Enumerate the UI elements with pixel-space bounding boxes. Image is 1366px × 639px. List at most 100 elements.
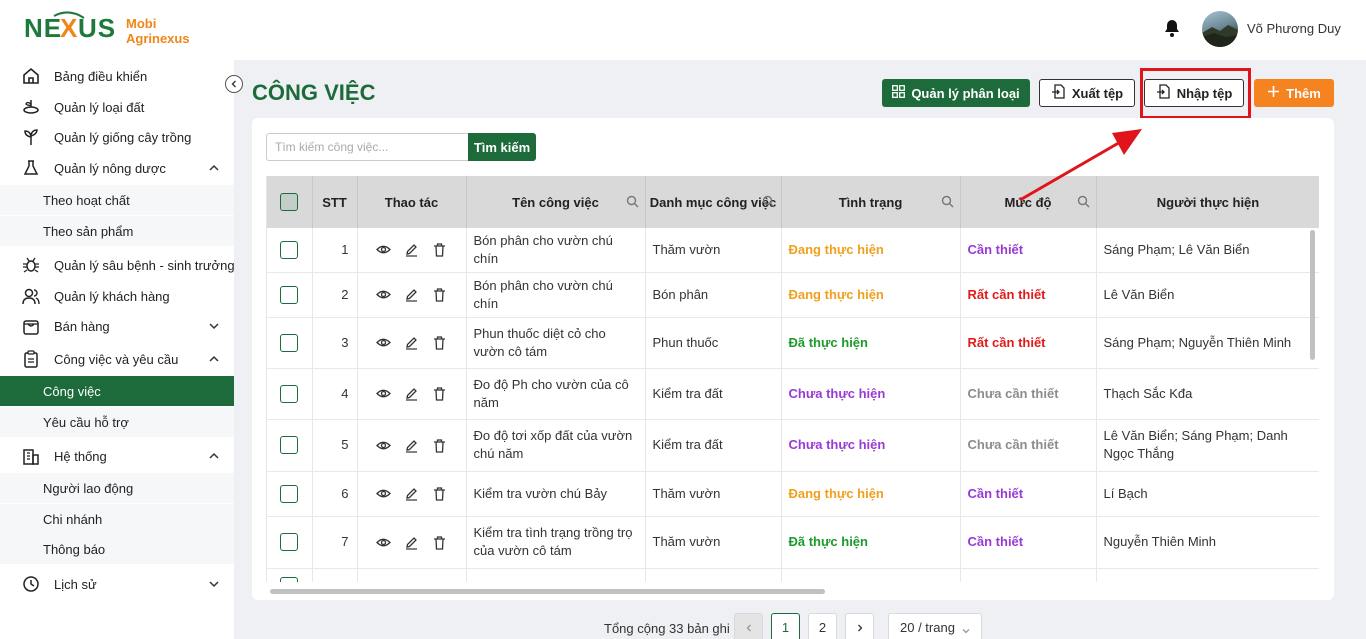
view-eye-icon[interactable]: [376, 335, 391, 350]
row-stt: 6: [312, 471, 358, 517]
table-row[interactable]: 3 Phun thuốc diệt cỏ cho vườn cô tám Phun …: [267, 317, 1319, 369]
next-page-button[interactable]: [845, 613, 874, 639]
row-stt: 5: [312, 419, 358, 472]
edit-pencil-icon[interactable]: [404, 386, 419, 401]
sidebar-item-customers[interactable]: Quản lý khách hàng: [0, 281, 234, 311]
column-search-icon[interactable]: [941, 195, 954, 208]
row-status: Đã thực hiện: [781, 516, 961, 569]
view-eye-icon[interactable]: [376, 242, 391, 257]
sidebar-item-plant-varieties[interactable]: Quản lý giống cây trồng: [0, 122, 234, 152]
sidebar-collapse-button[interactable]: [225, 75, 243, 93]
row-actions: [357, 317, 467, 369]
chevron-down-icon: [208, 320, 220, 332]
edit-pencil-icon[interactable]: [404, 438, 419, 453]
edit-pencil-icon[interactable]: [404, 486, 419, 501]
delete-trash-icon[interactable]: [432, 386, 447, 401]
edit-pencil-icon[interactable]: [404, 335, 419, 350]
select-all-checkbox[interactable]: [267, 176, 313, 228]
bug-icon: [22, 256, 40, 274]
row-actions: [357, 419, 467, 472]
row-checkbox[interactable]: [267, 368, 313, 420]
edit-pencil-icon[interactable]: [404, 535, 419, 550]
sidebar-item-soil[interactable]: Quản lý loại đất: [0, 92, 234, 122]
sidebar-item-pesticides[interactable]: Quản lý nông dược: [0, 153, 234, 183]
search-input[interactable]: [266, 133, 468, 161]
sidebar-item-sales[interactable]: Bán hàng: [0, 311, 234, 341]
row-stt: 4: [312, 368, 358, 420]
row-checkbox[interactable]: [267, 272, 313, 318]
row-level: Cần thiết: [960, 516, 1097, 569]
page-1-button[interactable]: 1: [771, 613, 800, 639]
sidebar-item-by-active-ingredient[interactable]: Theo hoạt chất: [0, 185, 234, 215]
user-name[interactable]: Võ Phương Duy: [1247, 21, 1341, 36]
row-status: Đã thực hiện: [781, 317, 961, 369]
shopping-bag-icon: [22, 317, 40, 335]
delete-trash-icon[interactable]: [432, 438, 447, 453]
logo-mark: NE X US: [24, 10, 115, 51]
view-eye-icon[interactable]: [376, 386, 391, 401]
page-size-select[interactable]: 20 / trang: [888, 613, 982, 639]
history-icon: [22, 575, 40, 593]
row-task-name: Kiểm tra vườn chú Bảy: [466, 471, 646, 517]
table-row[interactable]: 2 Bón phân cho vườn chú chín Bón phân Đang …: [267, 272, 1319, 318]
user-avatar[interactable]: [1202, 11, 1238, 47]
row-checkbox[interactable]: [267, 419, 313, 472]
delete-trash-icon[interactable]: [432, 242, 447, 257]
delete-trash-icon[interactable]: [432, 535, 447, 550]
row-task-name: Kiểm tra tình trạng trồng trọ của vườn c…: [466, 516, 646, 569]
chevron-left-icon: [746, 624, 751, 631]
sidebar-item-workers[interactable]: Người lao động: [0, 473, 234, 503]
row-checkbox[interactable]: [267, 471, 313, 517]
horizontal-scrollbar[interactable]: [270, 589, 825, 594]
table-row[interactable]: [267, 568, 1319, 582]
sidebar-item-by-product[interactable]: Theo sản phẩm: [0, 216, 234, 246]
row-checkbox[interactable]: [267, 516, 313, 569]
sidebar-item-history[interactable]: Lịch sử: [0, 569, 234, 599]
edit-pencil-icon[interactable]: [404, 287, 419, 302]
sidebar-item-dashboard[interactable]: Bảng điều khiển: [0, 61, 234, 91]
notification-bell-icon[interactable]: [1162, 18, 1182, 38]
sidebar-item-system[interactable]: Hệ thống: [0, 441, 234, 471]
table-row[interactable]: 4 Đo độ Ph cho vườn của cô năm Kiểm tra đấ…: [267, 368, 1319, 420]
delete-trash-icon[interactable]: [432, 287, 447, 302]
view-eye-icon[interactable]: [376, 486, 391, 501]
column-search-icon[interactable]: [762, 195, 775, 208]
row-checkbox[interactable]: [267, 568, 313, 582]
sidebar-item-branches[interactable]: Chi nhánh: [0, 504, 234, 534]
column-search-icon[interactable]: [626, 195, 639, 208]
sidebar-item-tasks-requests[interactable]: Công việc và yêu cầu: [0, 344, 234, 374]
sidebar-item-support-requests[interactable]: Yêu cầu hỗ trợ: [0, 407, 234, 437]
table-row[interactable]: 6 Kiểm tra vườn chú Bảy Thăm vườn Đang thực…: [267, 471, 1319, 517]
brand-name: Mobi Agrinexus: [126, 15, 190, 46]
edit-pencil-icon[interactable]: [404, 242, 419, 257]
delete-trash-icon[interactable]: [432, 335, 447, 350]
col-assignee: Người thực hiện: [1096, 176, 1319, 228]
delete-trash-icon[interactable]: [432, 486, 447, 501]
view-eye-icon[interactable]: [376, 287, 391, 302]
table-row[interactable]: 7 Kiểm tra tình trạng trồng trọ của vườn …: [267, 516, 1319, 569]
view-eye-icon[interactable]: [376, 438, 391, 453]
sidebar-item-pests[interactable]: Quản lý sâu bệnh - sinh trưởng: [0, 250, 235, 280]
plus-icon: [1267, 85, 1280, 101]
chevron-right-icon: [857, 624, 862, 631]
column-search-icon[interactable]: [1077, 195, 1090, 208]
row-status: Đang thực hiện: [781, 272, 961, 318]
row-stt: 2: [312, 272, 358, 318]
row-checkbox[interactable]: [267, 228, 313, 273]
sidebar-item-tasks[interactable]: Công việc: [0, 376, 234, 406]
table-row[interactable]: 1 Bón phân cho vườn chú chín Thăm vườn Đang…: [267, 228, 1319, 273]
flask-icon: [22, 159, 40, 177]
page-2-button[interactable]: 2: [808, 613, 837, 639]
row-checkbox[interactable]: [267, 317, 313, 369]
vertical-scrollbar[interactable]: [1310, 230, 1315, 360]
add-task-button[interactable]: Thêm: [1254, 79, 1334, 107]
sidebar-item-notifications[interactable]: Thông báo: [0, 534, 234, 564]
app-logo[interactable]: NE X US Mobi Agrinexus: [24, 10, 190, 51]
search-button[interactable]: Tìm kiếm: [468, 133, 536, 161]
table-row[interactable]: 5 Đo độ tơi xốp đất của vườn chú năm Kiểm …: [267, 419, 1319, 472]
chevron-up-icon: [208, 353, 220, 365]
export-file-button[interactable]: Xuất tệp: [1039, 79, 1135, 107]
view-eye-icon[interactable]: [376, 535, 391, 550]
prev-page-button[interactable]: [734, 613, 763, 639]
manage-categories-button[interactable]: Quản lý phân loại: [882, 79, 1030, 107]
